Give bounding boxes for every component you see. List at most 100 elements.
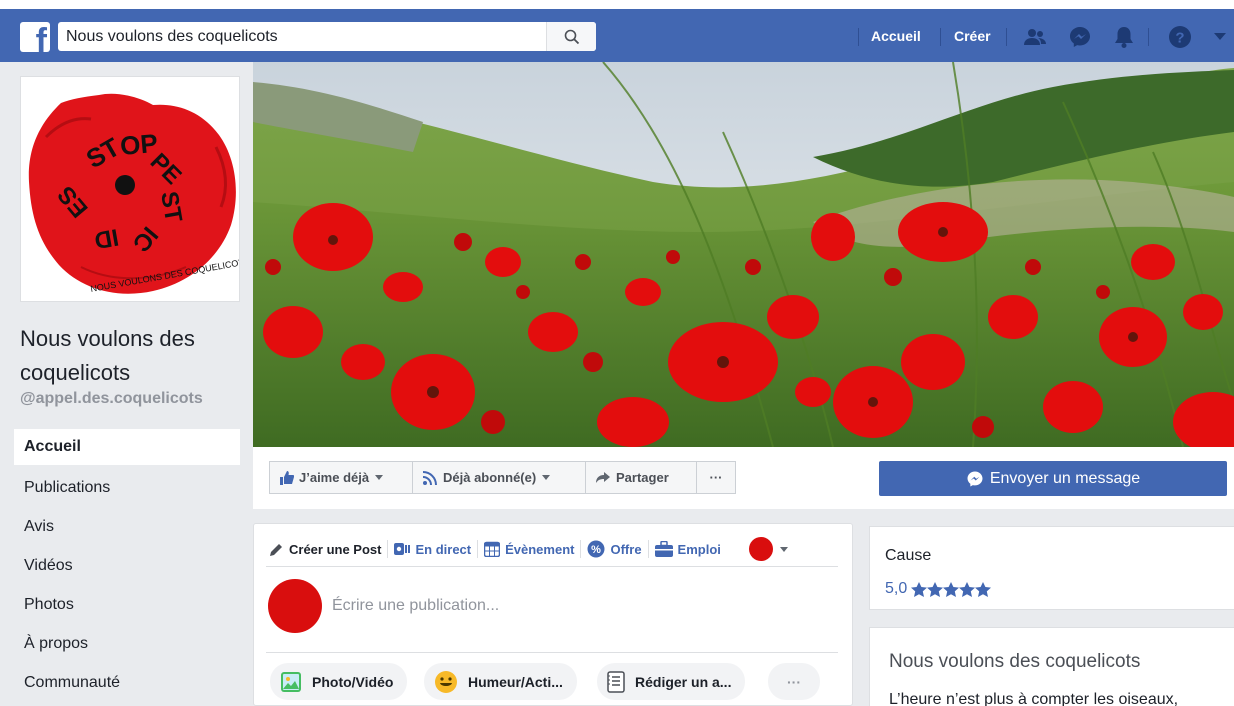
tab-event-label: Évènement (505, 541, 575, 557)
sidebar-item-photos[interactable]: Photos (14, 585, 240, 624)
category-card: Cause 5,0 (869, 526, 1234, 610)
bell-icon[interactable] (1110, 23, 1138, 51)
page-title[interactable]: Nous voulons des coquelicots (20, 322, 240, 390)
nav-divider (1148, 28, 1149, 46)
friends-icon[interactable] (1021, 23, 1049, 51)
svg-text:ID: ID (92, 223, 120, 254)
star-icon (943, 581, 960, 597)
composer-tabs: Créer une Post En direct Évènement % Off… (266, 537, 792, 561)
page-username[interactable]: @appel.des.coquelicots (20, 390, 203, 408)
page-action-bar: J’aime déjà Déjà abonné(e) Partager ··· (253, 447, 853, 509)
nav-home-link[interactable]: Accueil (871, 28, 921, 44)
nav-divider (940, 28, 941, 46)
caret-down-icon[interactable] (1206, 23, 1234, 51)
tab-offer[interactable]: % Offre (583, 540, 645, 558)
briefcase-icon (654, 541, 673, 557)
more-options-button[interactable]: ··· (768, 663, 820, 700)
post-as-selector[interactable] (745, 537, 792, 561)
thumbs-up-icon (280, 470, 294, 485)
tab-divider (580, 540, 582, 558)
star-icon (959, 581, 976, 597)
chevron-down-icon (542, 475, 551, 480)
poppy-field-image (253, 62, 1234, 447)
about-title: Nous voulons des coquelicots (889, 651, 1141, 672)
rating-summary[interactable]: 5,0 (885, 580, 992, 598)
pencil-icon (270, 544, 282, 556)
svg-text:%: % (592, 544, 602, 556)
like-button[interactable]: J’aime déjà (269, 461, 413, 494)
more-icon: ··· (787, 673, 801, 690)
percent-badge-icon: % (587, 540, 605, 558)
messenger-icon (967, 471, 983, 486)
notebook-icon (607, 670, 625, 693)
like-label: J’aime déjà (299, 470, 370, 485)
sidebar-item-avis[interactable]: Avis (14, 507, 240, 546)
video-camera-icon (394, 543, 411, 555)
message-panel: Envoyer un message (853, 447, 1234, 509)
sidebar-item-a-propos[interactable]: À propos (14, 624, 240, 663)
nav-create-link[interactable]: Créer (954, 28, 991, 44)
post-as-avatar (748, 537, 773, 561)
sidebar-item-publications[interactable]: Publications (14, 468, 240, 507)
category-label[interactable]: Cause (885, 547, 931, 565)
tab-offer-label: Offre (610, 541, 642, 557)
post-composer: Créer une Post En direct Évènement % Off… (253, 523, 853, 706)
poppy-logo-image: ST OP PE ST IC ID ES NOUS VOULONS DES CO… (21, 77, 250, 301)
tab-create-post-label: Créer une Post (289, 541, 382, 557)
about-card: Nous voulons des coquelicots L’heure n’e… (869, 627, 1234, 706)
send-message-label: Envoyer un message (989, 469, 1141, 487)
svg-text:ST: ST (155, 189, 187, 224)
write-note-label: Rédiger un a... (635, 673, 732, 690)
search-box (58, 22, 596, 51)
help-icon[interactable]: ? (1166, 23, 1194, 51)
feeling-activity-label: Humeur/Acti... (468, 673, 563, 690)
photo-video-button[interactable]: Photo/Vidéo (270, 663, 408, 700)
tab-divider (387, 540, 389, 558)
profile-picture[interactable]: ST OP PE ST IC ID ES NOUS VOULONS DES CO… (20, 76, 250, 302)
tab-job-label: Emploi (677, 541, 721, 557)
page-sidebar-nav: Accueil Publications Avis Vidéos Photos … (14, 429, 240, 702)
tab-event[interactable]: Évènement (480, 541, 578, 557)
avatar (268, 579, 322, 633)
cover-photo[interactable] (253, 62, 1234, 447)
rss-icon (423, 470, 437, 485)
photo-video-label: Photo/Vidéo (312, 673, 394, 690)
sidebar-item-accueil[interactable]: Accueil (14, 429, 240, 465)
calendar-icon (484, 541, 501, 557)
tab-create-post[interactable]: Créer une Post (266, 542, 385, 557)
tab-divider (477, 540, 479, 558)
chevron-down-icon (375, 475, 384, 480)
about-description: L’heure n’est plus à compter les oiseaux… (889, 691, 1179, 706)
facebook-logo[interactable]: f (20, 22, 50, 52)
share-button[interactable]: Partager (585, 461, 697, 494)
share-label: Partager (616, 470, 669, 485)
sidebar-item-videos[interactable]: Vidéos (14, 546, 240, 585)
rating-value: 5,0 (885, 580, 908, 597)
tab-job[interactable]: Emploi (651, 541, 725, 557)
composer-divider (266, 652, 838, 653)
post-text-input[interactable]: Écrire une publication... (332, 597, 499, 615)
star-icon (975, 581, 992, 597)
tab-divider (647, 540, 649, 558)
svg-text:?: ? (1175, 30, 1184, 47)
tab-live[interactable]: En direct (390, 542, 475, 557)
smiley-icon (435, 670, 457, 693)
feeling-activity-button[interactable]: Humeur/Acti... (424, 663, 577, 700)
chevron-down-icon (779, 546, 788, 552)
sidebar-item-communaute[interactable]: Communauté (14, 663, 240, 702)
more-icon: ··· (709, 470, 723, 485)
top-bar: f Accueil Créer ? (0, 0, 1234, 62)
star-rating (911, 581, 992, 597)
write-note-button[interactable]: Rédiger un a... (597, 663, 746, 700)
search-button[interactable] (546, 22, 596, 51)
nav-divider (858, 28, 859, 46)
follow-button[interactable]: Déjà abonné(e) (412, 461, 586, 494)
tab-live-label: En direct (415, 541, 472, 557)
send-message-button[interactable]: Envoyer un message (879, 461, 1227, 496)
messenger-icon[interactable] (1066, 23, 1094, 51)
search-input[interactable] (58, 22, 548, 51)
nav-divider (1006, 28, 1007, 46)
more-actions-button[interactable]: ··· (696, 461, 736, 494)
composer-divider (266, 566, 838, 567)
star-icon (911, 581, 928, 597)
